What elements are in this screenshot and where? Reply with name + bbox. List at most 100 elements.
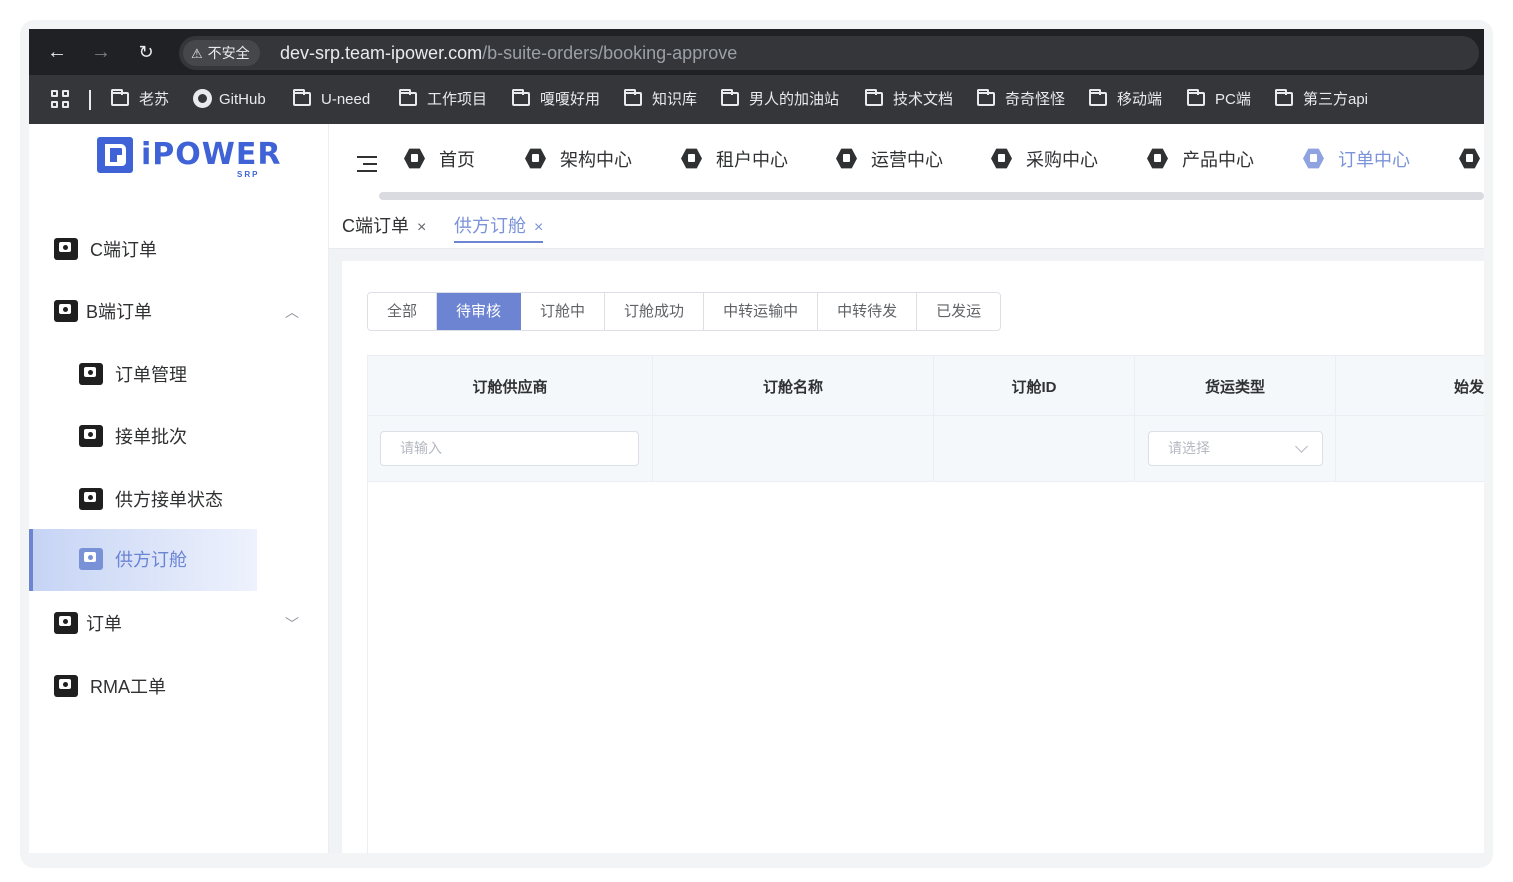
back-icon[interactable]: ← [44,39,70,65]
folder-icon [1187,89,1205,106]
browser-window: ← → ↻ ⚠ 不安全 dev-srp.team-ipower.com/b-sui… [29,29,1484,853]
topnav-product[interactable]: 产品中心 [1147,146,1254,174]
bookmark-label: 知识库 [652,91,698,108]
column-header[interactable]: 订舱名称 [653,376,933,397]
bookmark-work-projects[interactable]: 工作项目 [399,89,487,111]
bookmark-mobile[interactable]: 移动端 [1089,89,1162,111]
sidebar-item-label: 订单管理 [115,365,187,385]
sidebar-item-supplier-booking[interactable]: 供方订舱 [29,529,257,591]
sidebar-item-order-batches[interactable]: 接单批次 [29,406,329,468]
sidebar-item-order-management[interactable]: 订单管理 [29,344,329,406]
tab-label: C端订单 [342,216,409,236]
sidebar-item-c-orders[interactable]: C端订单 [29,219,329,281]
bookmarks-bar: 老苏 GitHub U-need 工作项目 嗄嗄好用 知识库 男人的加油站 技术… [29,75,1484,124]
topnav-label: 订单中心 [1338,150,1410,170]
monitor-icon [79,363,103,385]
bookmark-github[interactable]: GitHub [193,89,266,111]
column-booking-id: 订舱ID [934,356,1135,415]
tab-label: 供方订舱 [454,216,526,236]
bookmark-tech-docs[interactable]: 技术文档 [865,89,953,111]
supplier-filter-input[interactable]: 请输入 [380,431,639,466]
folder-icon [512,89,530,106]
column-header[interactable]: 始发 [1454,376,1484,397]
sidebar-item-b-orders[interactable]: B端订单 ︿ [29,281,329,343]
hexagon-icon [991,148,1012,169]
status-tab-in-transit[interactable]: 中转运输中 [704,293,819,330]
close-icon[interactable]: × [417,219,426,236]
bookmark-pc[interactable]: PC端 [1187,89,1251,111]
bookmark-gas-station[interactable]: 男人的加油站 [721,89,839,111]
url-host: dev-srp.team-ipower.com [280,43,483,63]
status-tab-booking[interactable]: 订舱中 [521,293,606,330]
status-tab-booked[interactable]: 订舱成功 [605,293,705,330]
bookmark-knowledge-base[interactable]: 知识库 [624,89,697,111]
column-header[interactable]: 货运类型 [1135,376,1335,397]
column-header[interactable]: 订舱ID [934,376,1134,397]
bookmark-label: PC端 [1215,91,1251,108]
url-text[interactable]: dev-srp.team-ipower.com/b-suite-orders/b… [280,43,737,64]
close-icon[interactable]: × [534,219,543,236]
address-bar[interactable]: ⚠ 不安全 dev-srp.team-ipower.com/b-suite-ord… [179,36,1479,70]
column-header[interactable]: 订舱供应商 [368,376,652,397]
table-header: 订舱供应商 订舱名称 订舱ID 货运类型 始发 [368,355,1484,416]
bookmark-third-party-api[interactable]: 第三方api [1275,89,1368,111]
apps-grid-icon[interactable] [51,90,71,110]
topnav-orders[interactable]: 订单中心 [1303,146,1410,174]
freight-type-select[interactable]: 请选择 [1148,431,1323,466]
bookmark-label: 男人的加油站 [749,91,840,108]
topnav-operations[interactable]: 运营中心 [836,146,943,174]
bookmark-label: U-need [321,91,371,108]
ipower-logo[interactable]: iPOWER SRP [97,137,280,179]
topnav-scrollbar[interactable] [379,192,1484,200]
status-tab-all[interactable]: 全部 [368,293,438,330]
monitor-icon [54,612,78,634]
sidebar-item-rma[interactable]: RMA工单 [29,656,329,718]
topnav-label: 采购中心 [1026,150,1098,170]
hexagon-icon [836,148,857,169]
tab-c-orders[interactable]: C端订单 × [342,213,426,243]
chevron-up-icon: ︿ [285,304,299,320]
folder-icon [1089,89,1107,106]
sidebar-item-orders[interactable]: 订单 ﹀ [29,593,329,655]
monitor-icon [79,425,103,447]
menu-toggle-icon[interactable] [357,156,377,172]
column-supplier: 订舱供应商 [368,356,653,415]
forward-icon[interactable]: → [88,39,114,65]
bookmark-laosu[interactable]: 老苏 [111,89,169,111]
chevron-down-icon: ﹀ [285,616,299,632]
bookmark-label: 老苏 [139,91,170,108]
hexagon-icon [404,148,425,169]
folder-icon [977,89,995,106]
security-chip[interactable]: ⚠ 不安全 [183,40,260,66]
status-tab-transfer-pending[interactable]: 中转待发 [818,293,918,330]
reload-icon[interactable]: ↻ [133,39,159,65]
filter-cell-booking-name [653,416,934,481]
column-origin: 始发 [1336,356,1484,415]
bookmark-uneed[interactable]: U-need [293,89,370,111]
sidebar-item-supplier-status[interactable]: 供方接单状态 [29,469,329,531]
topnav-procurement[interactable]: 采购中心 [991,146,1098,174]
topnav-architecture[interactable]: 架构中心 [525,146,632,174]
monitor-icon [79,548,103,570]
topnav-home[interactable]: 首页 [404,146,475,174]
filter-cell-booking-id [934,416,1135,481]
logo-text: iPOWER [141,137,282,172]
logo-subtext: SRP [237,170,260,179]
folder-icon [1275,89,1293,106]
status-tab-shipped[interactable]: 已发运 [917,293,1001,330]
tab-supplier-booking[interactable]: 供方订舱 × [454,213,544,243]
topnav-tenant[interactable]: 租户中心 [681,146,788,174]
sidebar-item-label: RMA工单 [90,677,166,697]
sidebar-item-label: 接单批次 [115,427,187,447]
monitor-icon [54,238,78,260]
hexagon-icon [525,148,546,169]
topnav-more[interactable] [1459,146,1484,174]
monitor-icon [54,300,78,322]
folder-icon [293,89,311,106]
status-tab-pending[interactable]: 待审核 [437,293,522,330]
booking-table: 订舱供应商 订舱名称 订舱ID 货运类型 始发 请输入 请选择 [367,355,1484,853]
bookmark-useful[interactable]: 嗄嗄好用 [512,89,600,111]
bookmark-weird[interactable]: 奇奇怪怪 [977,89,1065,111]
github-icon [193,89,212,108]
sidebar-item-label: 订单 [86,614,122,634]
